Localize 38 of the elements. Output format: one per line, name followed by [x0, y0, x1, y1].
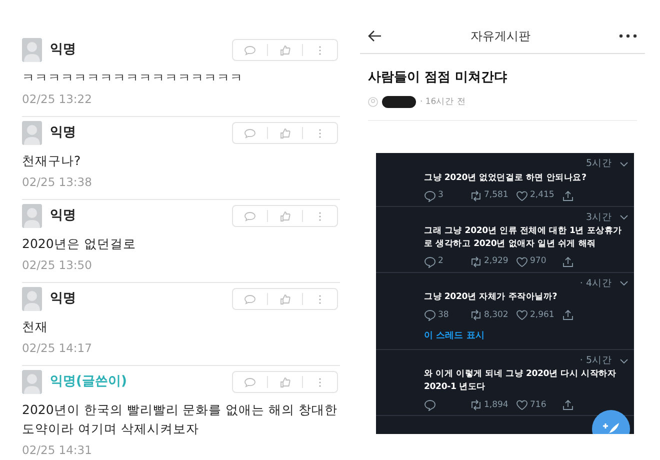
comment-text: 2020년은 없던걸로: [22, 235, 137, 253]
retweet-count: 2,929: [484, 255, 508, 268]
comment-time: 02/25 14:31: [22, 442, 93, 459]
tweet-text: 그래 그냥 2020년 인류 전체에 대한 1년 포상휴가로 생각하고 2020년 없애자 일년 쉬게 해줘: [424, 224, 624, 251]
comment-time: 02/25 14:17: [22, 340, 93, 357]
comment-text: 천재: [22, 318, 49, 336]
tweet-time: · 4시간: [580, 276, 612, 291]
retweet-count: 1,894: [484, 398, 508, 412]
author-name: 익명: [50, 124, 76, 142]
show-thread-link[interactable]: 이 스레드 표시: [424, 330, 484, 344]
tweet-time: 5시간: [586, 157, 612, 172]
retweet-count: 7,581: [484, 189, 508, 202]
author-name: 익명: [50, 290, 76, 308]
tweet-text: 와 이게 이렇게 되네 그냥 2020년 다시 시작하자 2020-1 년도다: [424, 368, 618, 394]
like-count: 970: [530, 255, 546, 268]
comment-time: 02/25 13:50: [22, 257, 93, 274]
board-title: 자유게시판: [470, 28, 530, 44]
reply-count: 38: [438, 308, 449, 322]
author-name: 익명: [50, 207, 76, 226]
retweet-count: 8,302: [484, 308, 508, 322]
tweet-text: 그냥 2020년 없었던걸로 하면 안되나요?: [424, 172, 588, 184]
comment-time: 02/25 13:38: [22, 174, 93, 191]
author-name: 익명: [50, 41, 76, 60]
reply-count: 2: [438, 255, 444, 268]
tweet-time: · 5시간: [580, 354, 612, 368]
like-count: 2,961: [530, 308, 554, 322]
tweet-text: 그냥 2020년 자체가 주작아닐까?: [424, 291, 558, 304]
comment-text: 천재구나?: [22, 152, 82, 170]
post-time: · 16시간 전: [420, 96, 466, 108]
comment-text: ㅋㅋㅋㅋㅋㅋㅋㅋㅋㅋㅋㅋㅋㅋㅋㅋㅋ: [22, 69, 244, 87]
post-title: 사람들이 점점 미쳐간댜: [368, 69, 508, 87]
like-count: 716: [530, 398, 546, 412]
comment-time: 02/25 13:22: [22, 91, 93, 108]
reply-count: 3: [438, 189, 444, 202]
like-count: 2,415: [530, 189, 554, 202]
tweet-time: 3시간: [586, 210, 612, 224]
author-name: 익명(글쓴이): [50, 373, 127, 392]
comment-text: 2020년이 한국의 빨리빨리 문화를 없애는 해의 창대한 도약이라 여기며 삭제시켜보자: [22, 401, 339, 438]
